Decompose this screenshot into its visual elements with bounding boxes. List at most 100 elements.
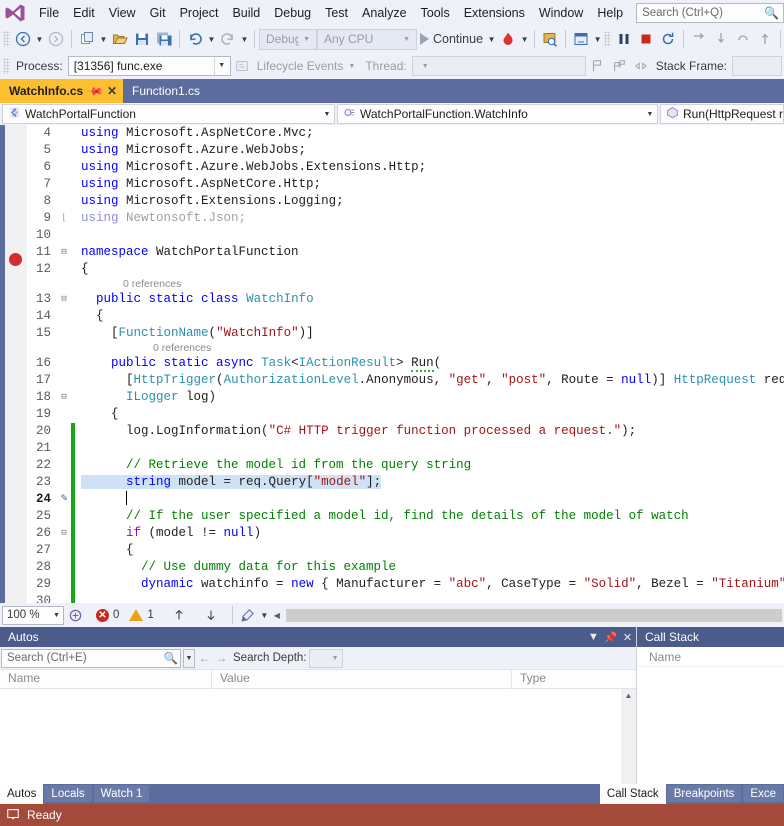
- member-select[interactable]: Run(HttpRequest req, I: [660, 104, 784, 124]
- step-out-icon[interactable]: [732, 28, 754, 50]
- menu-item-project[interactable]: Project: [173, 3, 226, 23]
- menu-item-edit[interactable]: Edit: [66, 3, 102, 23]
- fold-marker[interactable]: [57, 593, 71, 603]
- show-next-statement-icon[interactable]: [754, 28, 776, 50]
- navigate-backward-dropdown-icon[interactable]: ▼: [34, 28, 45, 50]
- tab-watchinfo-cs[interactable]: WatchInfo.cs 📌 ✕: [0, 79, 123, 103]
- thread-select[interactable]: ▼: [411, 56, 586, 76]
- undo-icon[interactable]: [184, 28, 206, 50]
- open-file-icon[interactable]: [109, 28, 131, 50]
- arrow-left-icon[interactable]: ←: [197, 651, 212, 665]
- fold-marker[interactable]: ⊟: [57, 525, 71, 542]
- menu-item-file[interactable]: File: [32, 3, 66, 23]
- tab-locals[interactable]: Locals: [44, 785, 92, 802]
- save-icon[interactable]: [131, 28, 153, 50]
- next-issue-icon[interactable]: [200, 604, 222, 626]
- continue-dropdown-icon[interactable]: ▼: [486, 28, 497, 50]
- column-header-name[interactable]: Name: [649, 650, 681, 664]
- fold-marker[interactable]: [57, 508, 71, 525]
- navigate-backward-icon[interactable]: [12, 28, 34, 50]
- column-header-value[interactable]: Value: [212, 669, 512, 689]
- code-cleanup-icon[interactable]: [237, 604, 259, 626]
- continue-button[interactable]: Continue: [417, 28, 486, 50]
- error-count-badge[interactable]: ✕ 0: [96, 608, 119, 622]
- flag-icon[interactable]: [586, 55, 608, 77]
- arrow-right-icon[interactable]: →: [214, 651, 229, 665]
- new-item-icon[interactable]: [76, 28, 98, 50]
- stack-frame-select[interactable]: [732, 56, 782, 76]
- intellicode-icon[interactable]: [64, 604, 86, 626]
- autos-grid-body[interactable]: ▲: [0, 689, 636, 784]
- code-lens-references[interactable]: 0 references: [27, 342, 784, 355]
- tab-watch-1[interactable]: Watch 1: [93, 785, 150, 802]
- toolbar-grip[interactable]: [604, 31, 612, 47]
- menu-item-debug[interactable]: Debug: [267, 3, 318, 23]
- fold-marker[interactable]: ⊟: [57, 244, 71, 261]
- hot-reload-icon[interactable]: [497, 28, 519, 50]
- code-text-area[interactable]: 4 using Microsoft.AspNetCore.Mvc; 5 using …: [27, 125, 784, 603]
- step-into-icon[interactable]: [688, 28, 710, 50]
- window-layout-icon[interactable]: [570, 28, 592, 50]
- fold-marker[interactable]: [57, 125, 71, 142]
- redo-dropdown-icon[interactable]: ▼: [239, 28, 250, 50]
- redo-icon[interactable]: [217, 28, 239, 50]
- horizontal-scrollbar[interactable]: [285, 608, 782, 622]
- break-all-icon[interactable]: [613, 28, 635, 50]
- code-lens-references[interactable]: 0 references: [27, 278, 784, 291]
- menu-item-test[interactable]: Test: [318, 3, 355, 23]
- edit-pencil-icon[interactable]: ✎: [57, 491, 71, 508]
- new-item-dropdown-icon[interactable]: ▼: [98, 28, 109, 50]
- tab-call-stack[interactable]: Call Stack: [599, 784, 666, 804]
- fold-marker[interactable]: ⊟: [57, 291, 71, 308]
- fold-marker[interactable]: [57, 559, 71, 576]
- menu-item-analyze[interactable]: Analyze: [355, 3, 413, 23]
- undo-dropdown-icon[interactable]: ▼: [206, 28, 217, 50]
- tab-function1-cs[interactable]: Function1.cs: [123, 79, 206, 103]
- navigate-forward-icon[interactable]: [45, 28, 67, 50]
- close-icon[interactable]: ✕: [107, 84, 117, 98]
- menu-item-help[interactable]: Help: [590, 3, 630, 23]
- breakpoint-icon[interactable]: [9, 253, 22, 266]
- window-layout-dropdown-icon[interactable]: ▼: [592, 28, 603, 50]
- fold-marker[interactable]: [57, 261, 71, 278]
- pin-icon[interactable]: 📌: [602, 631, 619, 644]
- autos-search-options-icon[interactable]: ▼: [183, 648, 195, 668]
- autos-search-input[interactable]: Search (Ctrl+E) 🔍: [1, 648, 181, 668]
- menu-item-build[interactable]: Build: [225, 3, 267, 23]
- fold-marker[interactable]: ⌊: [57, 210, 71, 227]
- tab-autos[interactable]: Autos: [0, 784, 44, 804]
- lifecycle-events-icon[interactable]: [231, 55, 253, 77]
- previous-issue-icon[interactable]: [168, 604, 190, 626]
- step-over-icon[interactable]: [710, 28, 732, 50]
- toolbar-grip[interactable]: [3, 58, 10, 74]
- process-select[interactable]: [31356] func.exe ▼: [67, 56, 231, 76]
- attach-to-process-icon[interactable]: [539, 28, 561, 50]
- toolbar-grip[interactable]: [3, 31, 10, 47]
- menu-item-window[interactable]: Window: [532, 3, 590, 23]
- code-cleanup-dropdown-icon[interactable]: ▼: [259, 604, 270, 626]
- fold-marker[interactable]: [57, 142, 71, 159]
- autos-vertical-scrollbar[interactable]: ▲: [621, 689, 636, 784]
- column-header-name[interactable]: Name: [0, 669, 212, 689]
- scroll-up-icon[interactable]: ▲: [625, 689, 633, 703]
- fold-marker[interactable]: [57, 308, 71, 325]
- save-all-icon[interactable]: [153, 28, 175, 50]
- fold-marker[interactable]: [57, 423, 71, 440]
- class-select[interactable]: WatchPortalFunction.WatchInfo ▼: [337, 104, 658, 124]
- restart-icon[interactable]: [657, 28, 679, 50]
- pin-icon[interactable]: 📌: [86, 82, 105, 100]
- fold-marker[interactable]: [57, 176, 71, 193]
- tab-breakpoints[interactable]: Breakpoints: [666, 785, 742, 802]
- project-select[interactable]: WatchPortalFunction ▼: [2, 104, 335, 124]
- call-stack-grid-body[interactable]: [637, 667, 784, 784]
- code-editor[interactable]: 4 using Microsoft.AspNetCore.Mvc; 5 using …: [0, 125, 784, 603]
- scroll-left-icon[interactable]: ◀: [270, 611, 284, 620]
- flag-all-icon[interactable]: [608, 55, 630, 77]
- search-depth-select[interactable]: ▼: [308, 648, 343, 668]
- menu-item-git[interactable]: Git: [143, 3, 173, 23]
- fold-marker[interactable]: [57, 542, 71, 559]
- fold-marker[interactable]: [57, 355, 71, 372]
- fold-marker[interactable]: [57, 406, 71, 423]
- zoom-level-select[interactable]: 100 % ▼: [2, 605, 64, 625]
- goto-thread-icon[interactable]: [630, 55, 652, 77]
